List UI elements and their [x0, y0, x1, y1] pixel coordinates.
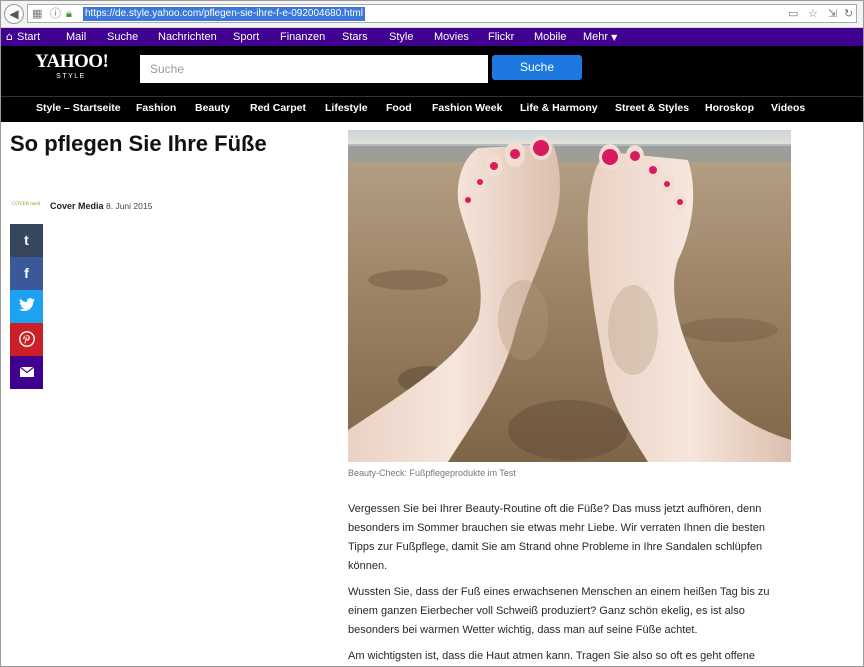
section-item-beauty[interactable]: Beauty: [195, 97, 230, 122]
logo-subtext: STYLE: [56, 73, 86, 80]
top-nav-movies[interactable]: Movies: [434, 28, 469, 46]
site-header: YAHOO! STYLE Suche: [0, 46, 864, 96]
tumblr-icon: t: [24, 232, 29, 248]
info-icon[interactable]: ⓘ: [50, 6, 61, 22]
top-nav-mehr[interactable]: Mehr ▼: [583, 28, 617, 46]
section-item-lifestyle[interactable]: Lifestyle: [325, 97, 368, 122]
section-item-horoskop[interactable]: Horoskop: [705, 97, 754, 122]
top-nav-flickr[interactable]: Flickr: [488, 28, 514, 46]
section-item-street-styles[interactable]: Street & Styles: [615, 97, 689, 122]
reload-icon[interactable]: ↻: [844, 6, 853, 22]
url-text[interactable]: https://de.style.yahoo.com/pflegen-sie-i…: [83, 7, 365, 21]
article-hero-image[interactable]: [348, 130, 791, 462]
section-item-food[interactable]: Food: [386, 97, 412, 122]
lock-icon: 🔒︎: [66, 7, 72, 20]
section-item-red-carpet[interactable]: Red Carpet: [250, 97, 306, 122]
share-facebook-button[interactable]: f: [10, 257, 43, 290]
back-button[interactable]: ◀: [4, 4, 24, 24]
article-paragraph: Am wichtigsten ist, dass die Haut atmen …: [348, 650, 756, 662]
bookmark-star-icon[interactable]: ☆: [808, 6, 818, 22]
feet-on-beach-photo: [348, 130, 791, 462]
search-input[interactable]: [140, 55, 488, 83]
share-mail-button[interactable]: [10, 356, 43, 389]
facebook-icon: f: [24, 265, 29, 281]
publish-date: 8. Juni 2015: [106, 201, 153, 211]
top-nav-start[interactable]: ⌂ Start: [6, 28, 40, 46]
top-nav-stars[interactable]: Stars: [342, 28, 368, 46]
share-pinterest-button[interactable]: [10, 323, 43, 356]
twitter-icon: [18, 298, 35, 311]
top-nav-sport[interactable]: Sport: [233, 28, 259, 46]
page-icon: ▦: [32, 7, 43, 20]
yahoo-style-logo[interactable]: YAHOO! STYLE: [35, 51, 109, 81]
section-item-videos[interactable]: Videos: [771, 97, 805, 122]
section-item-life-harmony[interactable]: Life & Harmony: [520, 97, 598, 122]
share-tumblr-button[interactable]: t: [10, 224, 43, 257]
pinterest-icon: [18, 331, 35, 347]
article-title: So pflegen Sie Ihre Füße: [10, 131, 267, 156]
reader-view-icon[interactable]: ▭: [788, 6, 798, 22]
top-nav-suche[interactable]: Suche: [107, 28, 138, 46]
yahoo-top-nav: ⌂ Start Mail Suche Nachrichten Sport Fina…: [0, 28, 864, 46]
section-item-style-startseite[interactable]: Style – Startseite: [36, 97, 121, 122]
author-logo: COVER media: [12, 202, 40, 207]
article-paragraph: Vergessen Sie bei Ihrer Beauty-Routine o…: [348, 503, 765, 572]
top-nav-label: Mehr: [583, 31, 609, 43]
search-button[interactable]: Suche: [492, 55, 582, 80]
address-bar[interactable]: ▦ ⓘ 🔒︎ https://de.style.yahoo.com/pflege…: [27, 4, 857, 23]
envelope-icon: [19, 366, 34, 377]
top-nav-mobile[interactable]: Mobile: [534, 28, 566, 46]
chevron-down-icon: ▼: [611, 33, 618, 42]
top-nav-finanzen[interactable]: Finanzen: [280, 28, 325, 46]
section-nav: Style – Startseite Fashion Beauty Red Ca…: [0, 96, 864, 122]
top-nav-style[interactable]: Style: [389, 28, 413, 46]
section-item-fashion[interactable]: Fashion: [136, 97, 176, 122]
top-nav-mail[interactable]: Mail: [66, 28, 86, 46]
page-actions-icon[interactable]: ⇲: [828, 6, 837, 22]
logo-text: YAHOO!: [35, 51, 109, 72]
author-name[interactable]: Cover Media: [50, 200, 104, 212]
top-nav-nachrichten[interactable]: Nachrichten: [158, 28, 217, 46]
home-icon: ⌂: [6, 30, 13, 43]
section-item-fashion-week[interactable]: Fashion Week: [432, 97, 502, 122]
top-nav-label: Start: [16, 31, 41, 43]
image-caption: Beauty-Check: Fußpflegeprodukte im Test: [348, 468, 516, 478]
browser-toolbar: ◀ ▦ ⓘ 🔒︎ https://de.style.yahoo.com/pfle…: [0, 0, 864, 28]
share-twitter-button[interactable]: [10, 290, 43, 323]
article-paragraph: Wussten Sie, dass der Fuß eines erwachse…: [348, 586, 770, 636]
